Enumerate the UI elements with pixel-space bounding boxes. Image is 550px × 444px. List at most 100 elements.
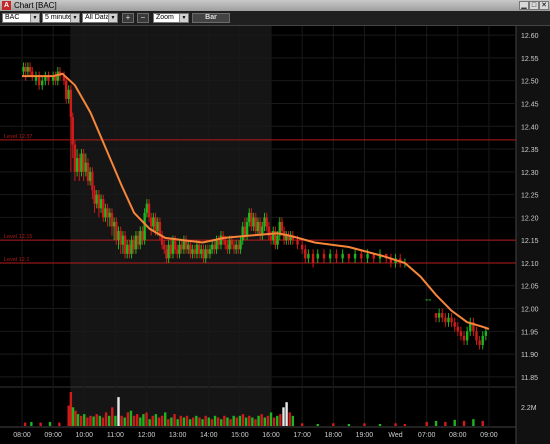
chevron-down-icon[interactable]: ▼: [30, 14, 39, 22]
volume-bar: [378, 423, 382, 426]
candle-body: [41, 80, 44, 86]
candle-body: [67, 89, 70, 99]
candle-body: [215, 240, 218, 250]
volume-bar: [98, 415, 102, 426]
range-select[interactable]: All Data ▼: [82, 13, 118, 23]
volume-bar: [244, 417, 248, 426]
zoom-mode-select[interactable]: Zoom ▼: [153, 13, 189, 23]
y-tick-label: 12.35: [521, 147, 539, 154]
candle-body: [428, 299, 432, 301]
chevron-down-icon[interactable]: ▼: [70, 14, 79, 22]
candle-body: [328, 253, 332, 259]
volume-bar: [104, 412, 108, 426]
volume-bar: [157, 417, 161, 426]
candle-body: [296, 240, 299, 245]
volume-bar: [120, 415, 123, 426]
candle-body: [80, 153, 83, 172]
candle-body: [97, 194, 101, 209]
candle-body: [456, 326, 460, 332]
candle-body: [149, 217, 153, 227]
candle-body: [99, 199, 103, 209]
candle-body: [154, 217, 157, 232]
x-tick-label: 16:00: [262, 432, 280, 439]
y-tick-label: 12.25: [521, 193, 539, 200]
candle-body: [481, 335, 484, 345]
volume-bar: [126, 412, 130, 426]
candle-body: [165, 249, 168, 259]
chart-type-button[interactable]: Bar: [192, 13, 230, 23]
candle-body: [147, 203, 151, 218]
volume-bar: [114, 415, 117, 426]
candle-body: [176, 249, 179, 254]
y-tick-label: 11.85: [521, 375, 538, 382]
candle-body: [163, 244, 166, 250]
candle-body: [84, 162, 88, 172]
candle-body: [195, 244, 199, 254]
candle-body: [285, 235, 288, 241]
candle-body: [95, 194, 98, 204]
candle-body: [232, 244, 236, 250]
maximize-icon[interactable]: □: [529, 1, 539, 10]
x-tick-label: 08:00: [13, 432, 31, 439]
volume-bar: [101, 417, 105, 426]
volume-bar: [285, 402, 288, 426]
symbol-field[interactable]: BAC ▼: [2, 13, 40, 23]
volume-bar: [117, 397, 120, 426]
candle-body: [234, 244, 238, 250]
candle-body: [335, 253, 338, 259]
chart-toolbar: BAC ▼ 5 minutes ▼ All Data ▼ + − Zoom ▼ …: [0, 11, 550, 26]
volume-bar: [248, 415, 251, 426]
close-icon[interactable]: ✕: [539, 1, 549, 10]
chevron-down-icon[interactable]: ▼: [179, 14, 188, 22]
volume-bar: [170, 417, 173, 426]
candle-body: [191, 249, 194, 254]
candle-body: [366, 253, 369, 259]
candle-body: [106, 208, 109, 218]
candle-body: [119, 231, 122, 245]
zoom-out-button[interactable]: −: [137, 13, 149, 23]
volume-bar: [176, 419, 179, 426]
candle-body: [447, 317, 450, 323]
minimize-icon[interactable]: ▁: [519, 1, 529, 10]
x-tick-label: 09:00: [480, 432, 498, 439]
volume-bar: [220, 419, 223, 426]
candle-body: [22, 67, 25, 72]
symbol-value: BAC: [5, 14, 20, 21]
candle-body: [117, 231, 120, 241]
volume-bar: [89, 415, 92, 426]
volume-bar: [332, 423, 335, 426]
candle-body: [128, 244, 131, 254]
candle-body: [307, 253, 310, 259]
volume-bar: [263, 417, 267, 426]
candle-body: [206, 249, 210, 254]
candle-body: [322, 253, 326, 259]
candle-body: [112, 221, 116, 227]
zoom-in-button[interactable]: +: [122, 13, 134, 23]
x-tick-label: 10:00: [75, 432, 93, 439]
candle-body: [139, 231, 142, 245]
volume-bar: [135, 414, 139, 426]
candle-body: [425, 299, 428, 301]
y-tick-label: 12.30: [521, 170, 539, 177]
volume-bar: [394, 423, 397, 426]
candle-body: [248, 212, 251, 222]
candle-body: [453, 322, 456, 327]
candle-body: [73, 144, 77, 172]
candle-body: [132, 240, 135, 250]
interval-select[interactable]: 5 minutes ▼: [42, 13, 80, 23]
price-chart[interactable]: Level 12.37 Level 12.15 Level 12.1 12.60 12…: [0, 26, 550, 444]
candle-body: [102, 199, 105, 218]
chevron-down-icon[interactable]: ▼: [108, 14, 117, 22]
level-label: Level 12.1: [4, 257, 29, 263]
y-tick-label: 12.20: [521, 215, 539, 222]
candle-body: [269, 235, 273, 241]
candle-body: [200, 249, 203, 254]
volume-bar: [83, 414, 86, 426]
y-tick-label: 12.55: [521, 56, 539, 63]
volume-bar: [86, 417, 89, 426]
level-label: Level 12.37: [4, 134, 32, 140]
volume-bar: [173, 414, 176, 426]
volume-bar: [48, 421, 52, 426]
candle-body: [54, 76, 57, 81]
volume-bar: [151, 415, 154, 426]
